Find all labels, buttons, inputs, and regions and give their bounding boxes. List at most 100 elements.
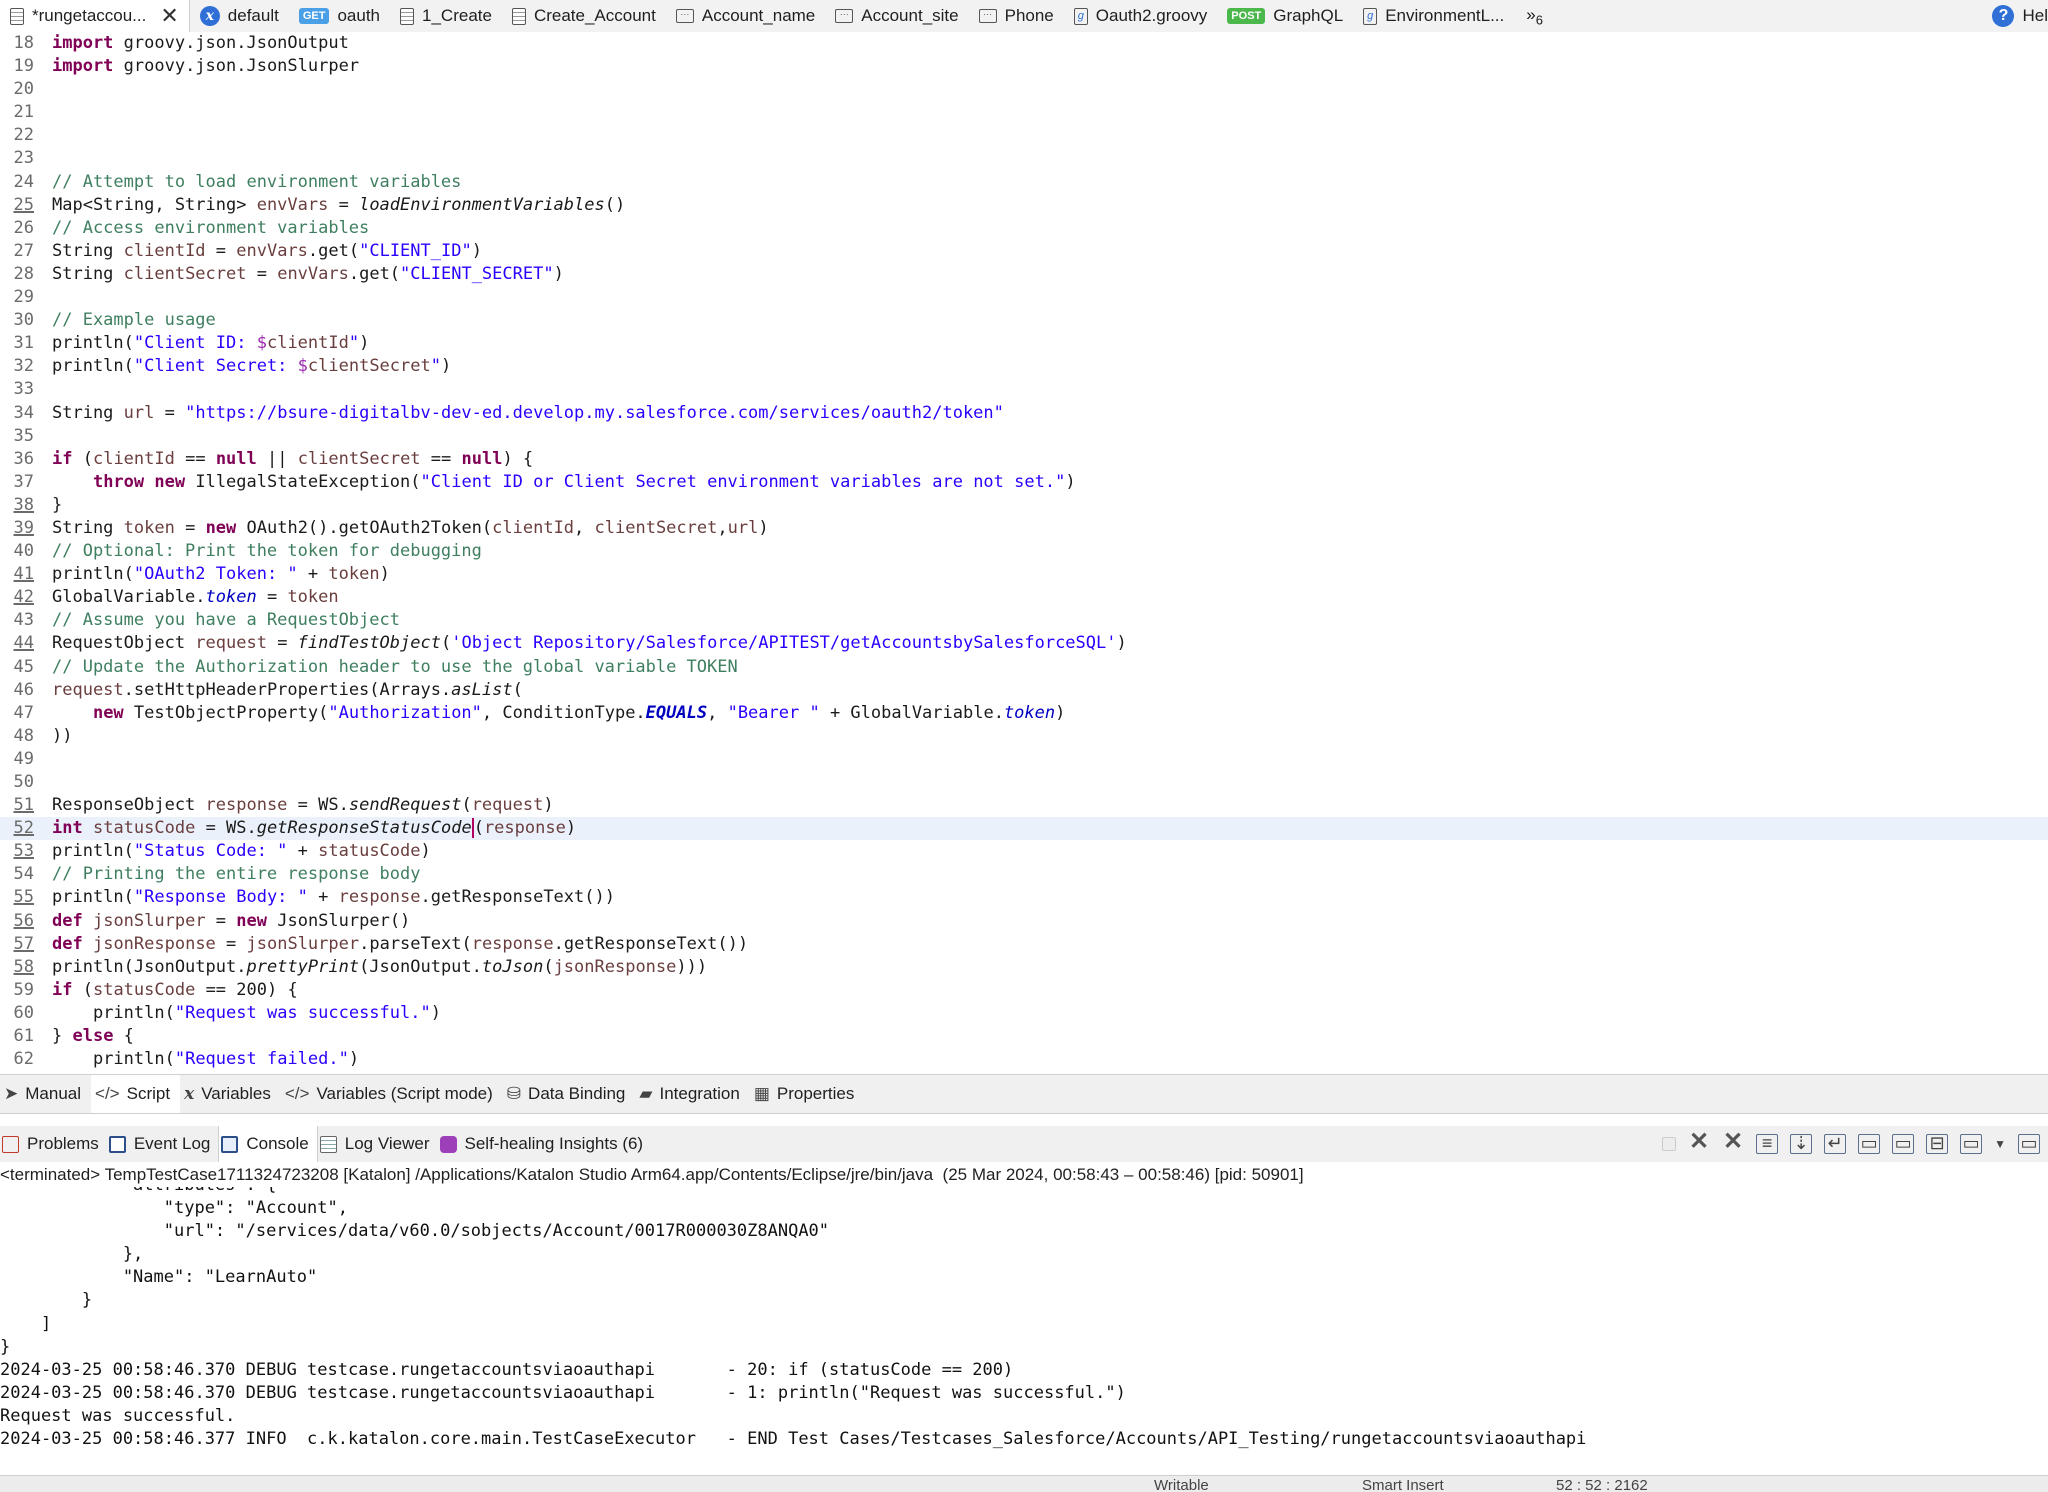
- pin-console-icon[interactable]: ⊟: [1926, 1134, 1949, 1154]
- code-line: 27 String clientId = envVars.get("CLIENT_…: [0, 240, 2048, 263]
- tab-script[interactable]: </> Script: [91, 1075, 181, 1113]
- tab-account-name[interactable]: ··· Account_name: [666, 0, 825, 32]
- code-token: {: [113, 1026, 134, 1047]
- tab-label: Manual: [25, 1084, 82, 1103]
- code-token: null: [461, 448, 503, 469]
- code-line: 39 String token = new OAuth2().getOAuth2T…: [0, 517, 2048, 540]
- scroll-lock-icon[interactable]: ⇣: [1790, 1134, 1813, 1154]
- status-bar: Writable Smart Insert 52 : 52 : 2162: [0, 1475, 2048, 1492]
- tab-label: oauth: [337, 6, 381, 25]
- tab-variables-script-mode[interactable]: </> Variables (Script mode): [281, 1075, 503, 1113]
- close-icon[interactable]: ✕: [160, 3, 178, 29]
- console-line: ]: [0, 1313, 52, 1334]
- code-comment: // Update the Authorization header to us…: [52, 656, 738, 677]
- terminate-icon[interactable]: [1662, 1137, 1677, 1151]
- tab-label: Event Log: [133, 1134, 211, 1153]
- tab-properties[interactable]: ▦ Properties: [750, 1075, 865, 1113]
- tab-oauth[interactable]: GET oauth: [289, 0, 390, 32]
- code-token: groovy.json.JsonSlurper: [113, 56, 360, 77]
- tab-oauth2-groovy[interactable]: g Oauth2.groovy: [1064, 0, 1218, 32]
- code-line: 34 String url = "https://bsure-digitalbv-…: [0, 402, 2048, 425]
- line-number: 38: [13, 494, 34, 515]
- remove-launch-icon[interactable]: ✕: [1688, 1130, 1710, 1154]
- chevron-down-icon[interactable]: ▼: [1994, 1137, 2006, 1151]
- line-number: 19: [13, 56, 34, 77]
- code-string: "CLIENT_ID": [359, 240, 472, 261]
- code-token: println(: [92, 1002, 175, 1023]
- code-icon: </>: [284, 1084, 310, 1103]
- code-line-current: 52 int statusCode = WS.getResponseStatusC…: [0, 817, 2048, 841]
- test-object-icon: ···: [978, 9, 997, 23]
- display-console-icon[interactable]: ▭: [1960, 1134, 1983, 1154]
- remove-all-launches-icon[interactable]: ✕: [1722, 1130, 1744, 1154]
- code-token: clientId: [266, 333, 349, 354]
- tab-create-account[interactable]: Create_Account: [502, 0, 666, 32]
- help-button[interactable]: ? Hel: [1982, 0, 2048, 32]
- line-number: 26: [13, 217, 34, 238]
- clear-console-icon[interactable]: ≡: [1756, 1134, 1779, 1154]
- tab-manual[interactable]: ➤ Manual: [0, 1075, 91, 1113]
- code-string: "Status Code: ": [133, 841, 288, 862]
- test-object-icon: ···: [835, 9, 854, 23]
- code-line: 43 // Assume you have a RequestObject: [0, 609, 2048, 632]
- tab-variables[interactable]: x Variables: [180, 1075, 281, 1113]
- cursor-position: 52 : 52 : 2162: [1556, 1477, 1648, 1492]
- variables-icon: x: [199, 6, 220, 26]
- tab-integration[interactable]: ▰ Integration: [635, 1075, 749, 1113]
- code-comment: // Example usage: [52, 310, 216, 331]
- code-token: ): [379, 564, 390, 585]
- code-string: 'Object Repository/Salesforce/APITEST/ge…: [451, 633, 1117, 654]
- line-number: 50: [13, 772, 34, 792]
- tab-log-viewer[interactable]: Log Viewer: [318, 1126, 438, 1162]
- code-editor[interactable]: 18 import groovy.json.JsonOutput 19 import…: [0, 32, 2048, 1074]
- code-token: statusCode: [92, 979, 196, 1000]
- show-on-error-icon[interactable]: ▭: [1892, 1134, 1915, 1154]
- code-line: 30 // Example usage: [0, 309, 2048, 332]
- tab-overflow-button[interactable]: »6: [1514, 5, 1555, 27]
- code-token: int: [52, 818, 83, 839]
- code-line: 19 import groovy.json.JsonSlurper: [0, 55, 2048, 78]
- console-line: 2024-03-25 00:58:46.370 DEBUG testcase.r…: [0, 1382, 1126, 1403]
- code-token: .getResponseText()): [553, 933, 749, 954]
- code-token: clientSecret: [297, 448, 421, 469]
- code-token: loadEnvironmentVariables: [359, 194, 605, 215]
- tab-environment[interactable]: g EnvironmentL...: [1353, 0, 1514, 32]
- code-token: ==: [174, 448, 216, 469]
- code-token: new: [92, 702, 124, 723]
- code-line: 56 def jsonSlurper = new JsonSlurper(): [0, 910, 2048, 933]
- tab-self-healing-insights[interactable]: Self-healing Insights (6): [438, 1126, 652, 1162]
- code-token: ): [1065, 471, 1076, 492]
- tab-label: GraphQL: [1273, 6, 1344, 25]
- tab-data-binding[interactable]: ⛁ Data Binding: [503, 1075, 636, 1113]
- tab-console[interactable]: Console: [218, 1126, 318, 1162]
- word-wrap-icon[interactable]: ↵: [1824, 1134, 1847, 1154]
- insert-mode-status: Smart Insert: [1362, 1477, 1444, 1492]
- show-on-output-icon[interactable]: ▭: [1858, 1134, 1881, 1154]
- tab-phone[interactable]: ··· Phone: [969, 0, 1064, 32]
- tab-event-log[interactable]: Event Log: [107, 1126, 219, 1162]
- open-console-icon[interactable]: ▭: [2018, 1134, 2040, 1154]
- line-number: 46: [13, 679, 34, 700]
- tab-1-create[interactable]: 1_Create: [390, 0, 502, 32]
- line-number: 35: [13, 425, 34, 446]
- console-output[interactable]: "attributes": { "type": "Account", "url"…: [0, 1187, 2048, 1475]
- code-line: 53 println("Status Code: " + statusCode): [0, 840, 2048, 863]
- tab-graphql[interactable]: POST GraphQL: [1217, 0, 1353, 32]
- tab-account-site[interactable]: ··· Account_site: [825, 0, 968, 32]
- line-number: 24: [13, 171, 34, 192]
- code-token: new: [205, 517, 237, 538]
- code-token: .get(: [307, 240, 360, 261]
- line-number: 53: [13, 841, 34, 862]
- code-token: +: [287, 841, 319, 862]
- tab-default[interactable]: x default: [190, 0, 289, 32]
- document-icon: [511, 7, 526, 25]
- code-token: import: [52, 56, 114, 77]
- code-token: envVars: [277, 263, 349, 284]
- line-number: 56: [13, 910, 34, 931]
- code-token: ,: [574, 517, 595, 538]
- tab-problems[interactable]: Problems: [0, 1126, 107, 1162]
- code-token: (: [473, 818, 484, 839]
- tab-label: Problems: [27, 1134, 99, 1153]
- tab-rungetaccounts[interactable]: *rungetaccou... ✕: [0, 0, 190, 32]
